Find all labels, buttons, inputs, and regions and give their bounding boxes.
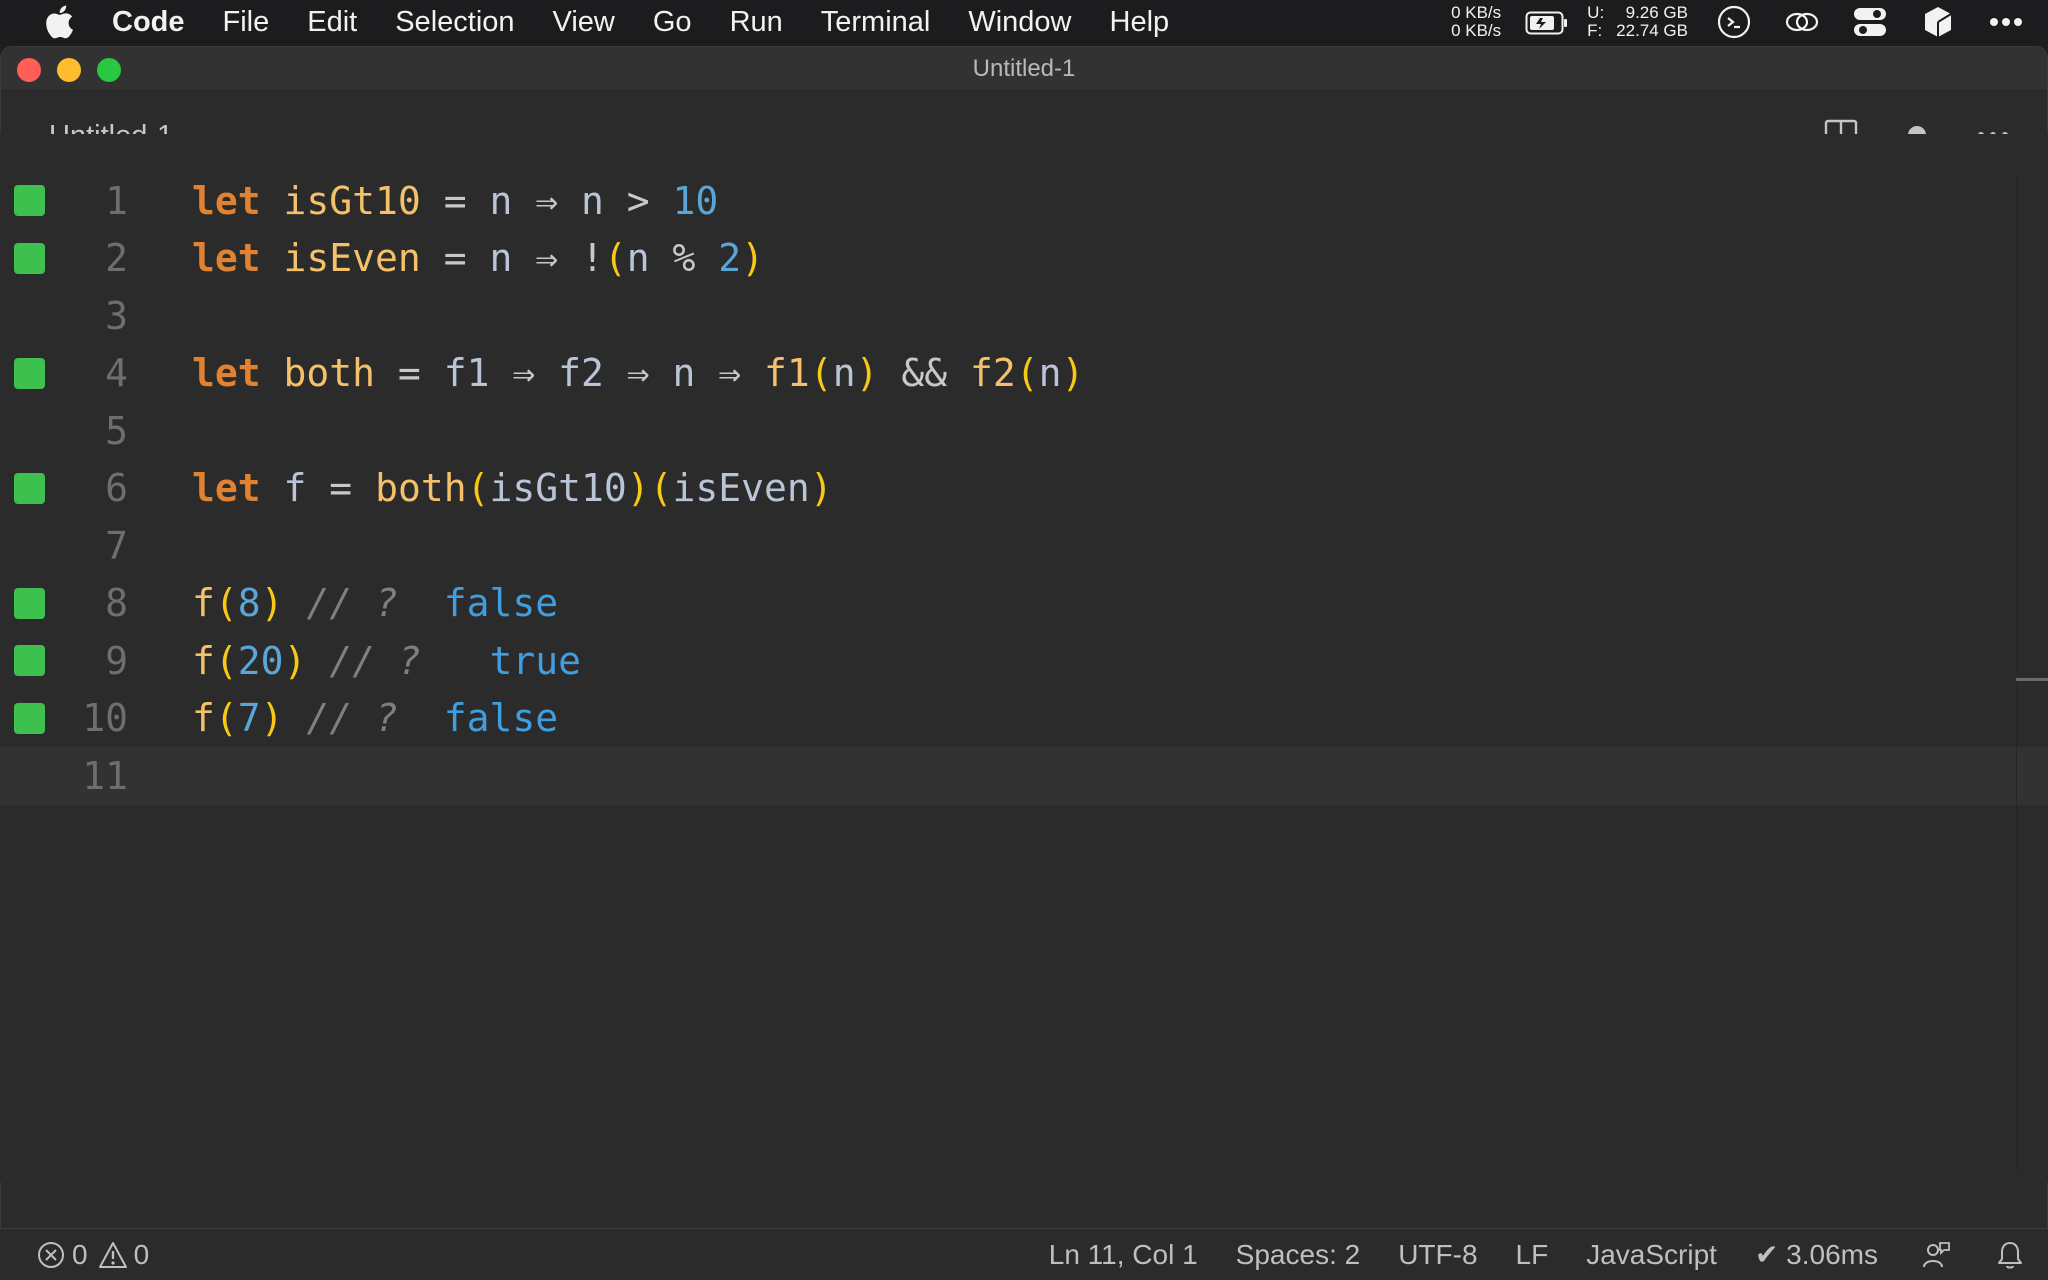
warning-count: 0	[133, 1238, 150, 1270]
line-number: 5	[105, 408, 128, 453]
status-bar: 0 0 Ln 11, Col 1 Spaces: 2 UTF-8 LF Java…	[0, 1228, 2048, 1280]
line-number: 4	[105, 351, 128, 396]
zoom-window-button[interactable]	[97, 58, 121, 82]
overview-ruler[interactable]	[2016, 174, 2048, 1174]
menu-edit[interactable]: Edit	[307, 6, 357, 39]
mem-free-label: F:	[1587, 21, 1603, 40]
line-code: f(20) // ? true	[192, 638, 581, 683]
control-center-icon[interactable]	[1852, 4, 1888, 40]
line-number: 3	[105, 293, 128, 338]
line-code: f(7) // ? false	[192, 696, 559, 741]
window-titlebar[interactable]: Untitled-1	[1, 47, 2047, 91]
close-window-button[interactable]	[17, 58, 41, 82]
line-number: 1	[105, 178, 128, 223]
more-dots-icon[interactable]	[1988, 4, 2024, 40]
menu-help[interactable]: Help	[1110, 6, 1170, 39]
line-code: f(8) // ? false	[192, 581, 559, 626]
error-count: 0	[72, 1238, 88, 1270]
feedback-icon[interactable]	[1920, 1239, 1952, 1271]
inline-result: false	[420, 696, 559, 741]
macos-menu-bar: Code File Edit Selection View Go Run Ter…	[0, 0, 2048, 44]
line-number: 9	[105, 638, 128, 683]
mem-used-value: 9.26 GB	[1625, 3, 1688, 22]
line-number: 8	[105, 581, 128, 626]
problems-indicator[interactable]: 0 0	[36, 1239, 159, 1271]
code-line-3[interactable]: 3	[0, 287, 2048, 345]
net-upload-speed: 0 KB/s	[1451, 3, 1502, 22]
menu-go[interactable]: Go	[653, 6, 692, 39]
code-line-10[interactable]: 10 f(7) // ? false	[0, 690, 2048, 748]
notifications-bell-icon[interactable]	[1994, 1239, 2026, 1271]
inline-result: true	[443, 638, 581, 683]
network-speed[interactable]: 0 KB/s 0 KB/s	[1451, 4, 1501, 40]
line-number: 10	[82, 696, 128, 741]
quokka-timing[interactable]: ✔ 3.06ms	[1755, 1238, 1878, 1271]
memory-stats[interactable]: U: F: 9.26 GB 22.74 GB	[1587, 4, 1688, 40]
code-line-6[interactable]: 6 let f = both(isGt10)(isEven)	[0, 460, 2048, 518]
indentation-setting[interactable]: Spaces: 2	[1236, 1239, 1361, 1271]
line-number: 7	[105, 523, 128, 568]
error-icon	[36, 1240, 66, 1270]
menu-app-name[interactable]: Code	[112, 6, 185, 39]
line-code: let both = f1 ⇒ f2 ⇒ n ⇒ f1(n) && f2(n)	[192, 351, 1085, 396]
line-code: let isGt10 = n ⇒ n > 10	[192, 178, 719, 223]
line-code: let f = both(isGt10)(isEven)	[192, 466, 833, 511]
menu-run[interactable]: Run	[730, 6, 783, 39]
line-code: let isEven = n ⇒ !(n % 2)	[192, 236, 765, 281]
overview-ruler-cursor-mark	[2016, 678, 2048, 681]
code-line-8[interactable]: 8 f(8) // ? false	[0, 575, 2048, 633]
cursor-position[interactable]: Ln 11, Col 1	[1049, 1239, 1198, 1271]
code-editor[interactable]: 1 let isGt10 = n ⇒ n > 10 2 let isEven =…	[0, 134, 2048, 1182]
mem-used-label: U:	[1587, 3, 1605, 22]
menu-view[interactable]: View	[553, 6, 615, 39]
inline-result: false	[420, 581, 559, 626]
code-line-1[interactable]: 1 let isGt10 = n ⇒ n > 10	[0, 172, 2048, 230]
code-line-5[interactable]: 5	[0, 402, 2048, 460]
window-title: Untitled-1	[972, 54, 1076, 82]
line-number: 6	[105, 466, 128, 511]
minimize-window-button[interactable]	[57, 58, 81, 82]
battery-icon[interactable]	[1525, 10, 1569, 35]
code-line-4[interactable]: 4 let both = f1 ⇒ f2 ⇒ n ⇒ f1(n) && f2(n…	[0, 345, 2048, 403]
apple-logo-icon[interactable]	[40, 3, 78, 41]
line-number: 11	[82, 753, 128, 798]
warning-icon	[98, 1240, 128, 1270]
traffic-lights	[17, 58, 137, 82]
code-line-11[interactable]: 11	[0, 747, 2048, 805]
mem-free-value: 22.74 GB	[1616, 21, 1688, 40]
prompt-circle-icon[interactable]	[1716, 4, 1752, 40]
language-mode[interactable]: JavaScript	[1586, 1239, 1717, 1271]
code-line-9[interactable]: 9 f(20) // ? true	[0, 632, 2048, 690]
code-line-2[interactable]: 2 let isEven = n ⇒ !(n % 2)	[0, 230, 2048, 288]
file-encoding[interactable]: UTF-8	[1398, 1239, 1477, 1271]
net-download-speed: 0 KB/s	[1451, 21, 1502, 40]
menu-terminal[interactable]: Terminal	[821, 6, 931, 39]
cube-app-icon[interactable]	[1920, 4, 1956, 40]
menu-selection[interactable]: Selection	[395, 6, 514, 39]
line-number: 2	[105, 236, 128, 281]
line-ending[interactable]: LF	[1516, 1239, 1549, 1271]
linked-circles-icon[interactable]	[1784, 4, 1820, 40]
menu-file[interactable]: File	[223, 6, 270, 39]
code-line-7[interactable]: 7	[0, 517, 2048, 575]
menu-window[interactable]: Window	[968, 6, 1071, 39]
